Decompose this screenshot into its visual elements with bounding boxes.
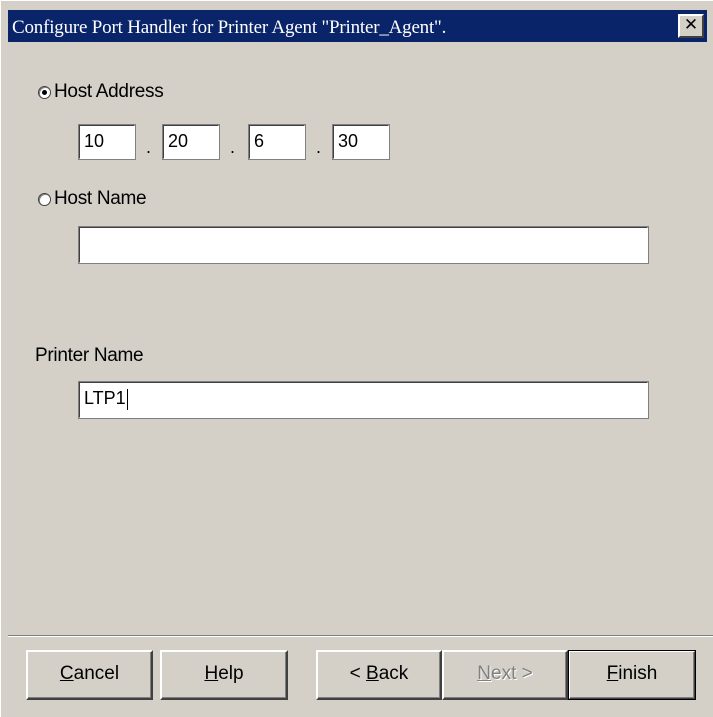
printer-name-label: Printer Name: [35, 345, 144, 366]
host-name-field[interactable]: [78, 226, 649, 264]
cancel-mnemonic: C: [59, 663, 74, 684]
host-address-label: Host Address: [54, 81, 164, 102]
next-button[interactable]: Next >: [442, 650, 568, 700]
ip-octet-2-field[interactable]: 20: [162, 124, 220, 160]
help-button[interactable]: Help: [160, 650, 288, 700]
next-label: ext >: [491, 663, 533, 684]
back-prefix: <: [349, 663, 367, 684]
ip-dot-2: .: [230, 137, 236, 157]
printer-name-value: LTP1: [84, 388, 126, 408]
host-name-radio[interactable]: [38, 192, 51, 206]
printer-name-field[interactable]: LTP1: [78, 381, 649, 419]
finish-button[interactable]: Finish: [568, 650, 696, 700]
next-mnemonic: N: [477, 663, 491, 684]
cancel-label: ancel: [73, 663, 120, 684]
finish-mnemonic: F: [606, 663, 619, 684]
title-bar[interactable]: Configure Port Handler for Printer Agent…: [8, 10, 707, 42]
finish-label: inish: [618, 663, 658, 684]
ip-dot-1: .: [146, 137, 152, 157]
configure-port-handler-dialog: Configure Port Handler for Printer Agent…: [0, 0, 713, 717]
button-separator: [8, 635, 713, 637]
back-mnemonic: B: [366, 663, 379, 684]
help-label: elp: [218, 663, 244, 684]
ip-octet-3-field[interactable]: 6: [248, 124, 306, 160]
host-name-label: Host Name: [54, 188, 147, 209]
ip-octet-4-field[interactable]: 30: [332, 124, 390, 160]
close-icon: ✕: [683, 15, 699, 35]
ip-octet-1-field[interactable]: 10: [78, 124, 136, 160]
host-address-option[interactable]: Host Address: [38, 81, 164, 103]
ip-dot-3: .: [316, 137, 322, 157]
back-label: ack: [378, 663, 409, 684]
help-mnemonic: H: [204, 663, 219, 684]
host-address-radio[interactable]: [38, 85, 51, 99]
back-button[interactable]: < Back: [316, 650, 442, 700]
text-cursor: [126, 388, 128, 410]
window-title: Configure Port Handler for Printer Agent…: [12, 17, 447, 38]
host-name-option[interactable]: Host Name: [38, 188, 147, 210]
close-button[interactable]: ✕: [678, 14, 704, 38]
cancel-button[interactable]: Cancel: [26, 650, 153, 700]
